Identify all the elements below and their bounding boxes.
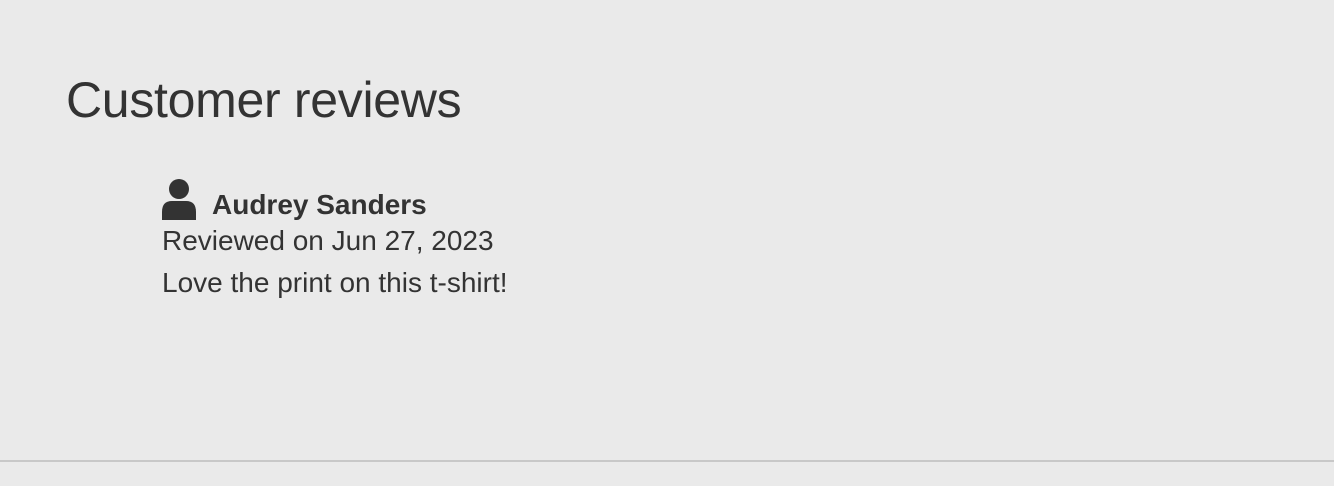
review-text: Love the print on this t-shirt! — [162, 267, 508, 298]
user-icon — [162, 178, 196, 220]
reviewer-name: Audrey Sanders — [212, 189, 427, 220]
review-date: Reviewed on Jun 27, 2023 — [162, 225, 494, 256]
customer-reviews-section: Customer reviews — [66, 70, 462, 130]
review-item: Audrey Sanders Reviewed on Jun 27, 2023 … — [162, 178, 762, 304]
review-header: Audrey Sanders — [162, 178, 762, 220]
page: Customer reviews Audrey Sanders Reviewed… — [0, 0, 1334, 486]
section-title: Customer reviews — [66, 72, 462, 128]
section-divider — [0, 460, 1334, 462]
